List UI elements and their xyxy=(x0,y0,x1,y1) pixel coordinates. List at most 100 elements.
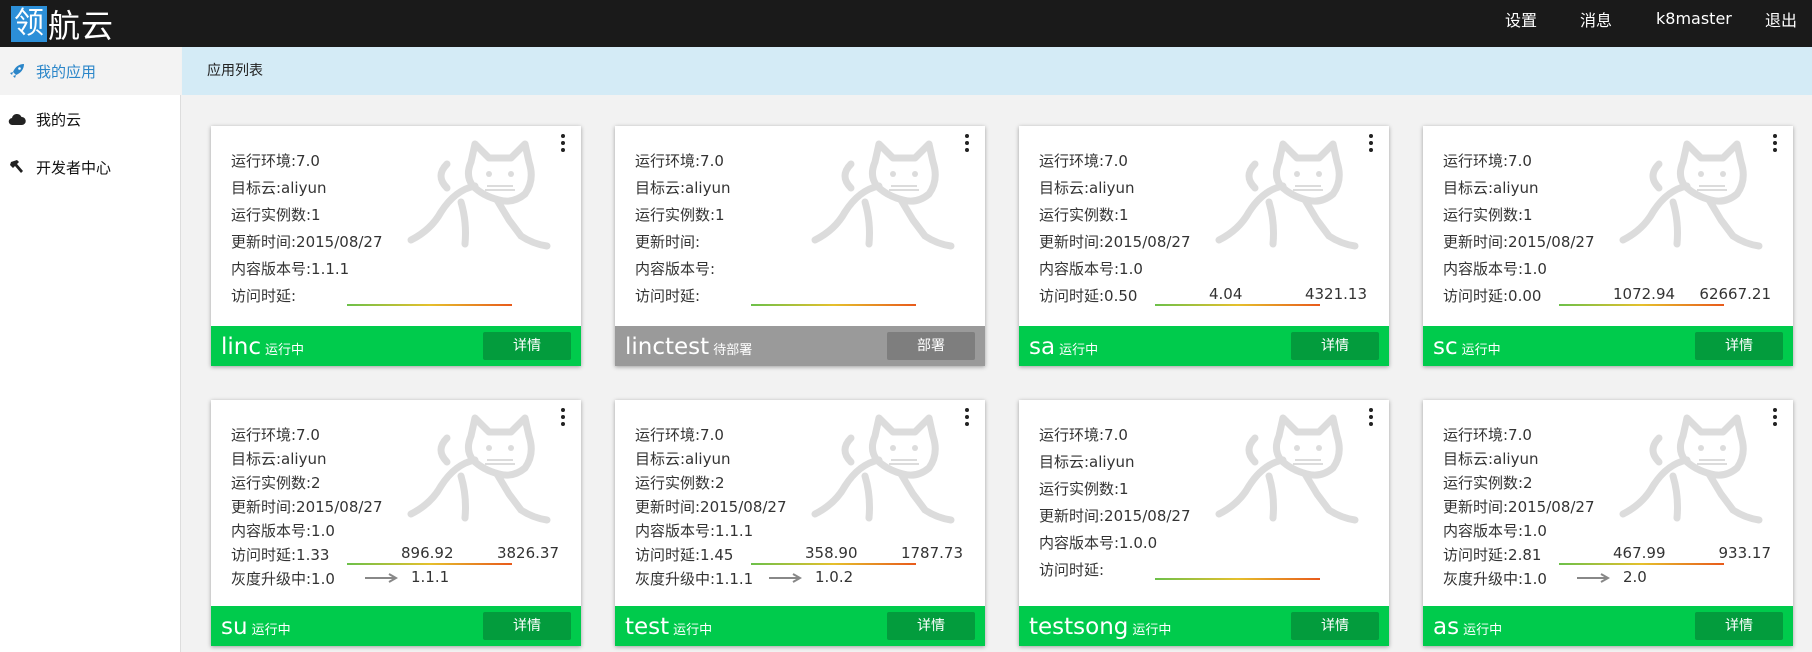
upgrade-target-version: 1.0.2 xyxy=(815,568,854,586)
app-info-line: 运行实例数:2 xyxy=(635,474,725,492)
app-action-button[interactable]: 详情 xyxy=(1695,612,1783,640)
app-card-footer: testsong 运行中 详情 xyxy=(1019,606,1389,646)
app-action-button[interactable]: 详情 xyxy=(1291,332,1379,360)
app-card-sc: 运行环境:7.0 目标云:aliyun 运行实例数:1 更新时间:2015/08/27… xyxy=(1423,126,1793,366)
app-name[interactable]: sc 运行中 xyxy=(1433,334,1501,360)
app-logo[interactable]: 领 航云 xyxy=(11,0,114,47)
app-status: 运行中 xyxy=(1463,623,1503,638)
card-menu-icon[interactable] xyxy=(1367,408,1375,426)
latency-gradient-bar xyxy=(751,563,916,565)
hammer-icon xyxy=(8,158,26,176)
latency-max-value: 933.17 xyxy=(1718,544,1772,562)
app-status: 运行中 xyxy=(673,623,713,638)
nav-user-link[interactable]: k8master xyxy=(1656,0,1732,37)
sidebar-item-my-cloud[interactable]: 我的云 xyxy=(0,95,181,143)
app-name[interactable]: su 运行中 xyxy=(221,614,291,640)
app-card-footer: linctest 待部署 部署 xyxy=(615,326,985,366)
app-action-button[interactable]: 详情 xyxy=(483,332,571,360)
app-info-line: 访问时延: xyxy=(1039,561,1105,579)
app-status: 待部署 xyxy=(713,343,753,358)
app-name-text: test xyxy=(625,614,670,640)
nav-logout-link[interactable]: 退出 xyxy=(1765,0,1797,37)
sidebar-item-label: 我的应用 xyxy=(36,62,97,81)
app-info-line: 运行环境:7.0 xyxy=(635,152,724,170)
sidebar-item-developer-center[interactable]: 开发者中心 xyxy=(0,143,181,191)
app-info-line: 内容版本号: xyxy=(635,260,716,278)
app-info-line: 目标云:aliyun xyxy=(231,450,327,468)
card-menu-icon[interactable] xyxy=(559,134,567,152)
app-status: 运行中 xyxy=(265,343,305,358)
app-info-line: 目标云:aliyun xyxy=(1443,450,1539,468)
card-menu-icon[interactable] xyxy=(1771,134,1779,152)
app-name[interactable]: testsong 运行中 xyxy=(1029,614,1171,640)
app-info-line: 更新时间:2015/08/27 xyxy=(231,498,383,516)
sidebar-item-label: 我的云 xyxy=(36,110,82,129)
upgrade-target-version: 1.1.1 xyxy=(411,568,450,586)
card-menu-icon[interactable] xyxy=(559,408,567,426)
app-info-line: 访问时延:1.45 xyxy=(635,546,734,564)
app-name-text: as xyxy=(1433,614,1460,640)
upgrade-target-version: 2.0 xyxy=(1623,568,1647,586)
app-card-body: 运行环境:7.0 目标云:aliyun 运行实例数:1 更新时间:2015/08/27… xyxy=(211,126,581,326)
app-name[interactable]: sa 运行中 xyxy=(1029,334,1098,360)
app-name[interactable]: test 运行中 xyxy=(625,614,712,640)
app-info-line: 内容版本号:1.0 xyxy=(1039,260,1143,278)
app-info-line: 运行实例数:1 xyxy=(1039,480,1129,498)
app-action-button[interactable]: 详情 xyxy=(483,612,571,640)
app-info-line: 运行实例数:1 xyxy=(231,206,321,224)
app-card-footer: test 运行中 详情 xyxy=(615,606,985,646)
app-name-text: linc xyxy=(221,334,262,360)
app-info-line: 灰度升级中:1.0 xyxy=(1443,570,1547,588)
app-name-text: testsong xyxy=(1029,614,1129,640)
app-name[interactable]: linctest 待部署 xyxy=(625,334,752,360)
nav-settings-link[interactable]: 设置 xyxy=(1505,0,1537,37)
card-menu-icon[interactable] xyxy=(963,408,971,426)
nav-messages-link[interactable]: 消息 xyxy=(1580,0,1612,37)
app-name-text: sa xyxy=(1029,334,1056,360)
app-card-footer: su 运行中 详情 xyxy=(211,606,581,646)
app-info-line: 目标云:aliyun xyxy=(635,179,731,197)
app-name[interactable]: as 运行中 xyxy=(1433,614,1502,640)
card-menu-icon[interactable] xyxy=(963,134,971,152)
app-info-line: 访问时延:0.00 xyxy=(1443,287,1542,305)
app-name-text: su xyxy=(221,614,248,640)
latency-max-value: 1787.73 xyxy=(900,544,963,562)
card-menu-icon[interactable] xyxy=(1367,134,1375,152)
sidebar-item-my-apps[interactable]: 我的应用 xyxy=(0,47,181,95)
app-info-line: 运行环境:7.0 xyxy=(635,426,724,444)
app-info-line: 更新时间:2015/08/27 xyxy=(1039,507,1191,525)
app-info-line: 目标云:aliyun xyxy=(1039,179,1135,197)
app-card-body: 运行环境:7.0 目标云:aliyun 运行实例数:2 更新时间:2015/08/27… xyxy=(1423,400,1793,606)
app-info-line: 运行环境:7.0 xyxy=(231,152,320,170)
app-name[interactable]: linc 运行中 xyxy=(221,334,304,360)
app-action-button[interactable]: 详情 xyxy=(1291,612,1379,640)
app-info-line: 更新时间: xyxy=(635,233,701,251)
app-info-line: 运行实例数:1 xyxy=(1443,206,1533,224)
app-card-test: 运行环境:7.0 目标云:aliyun 运行实例数:2 更新时间:2015/08/27… xyxy=(615,400,985,646)
card-menu-icon[interactable] xyxy=(1771,408,1779,426)
app-status: 运行中 xyxy=(1132,623,1172,638)
app-card-body: 运行环境:7.0 目标云:aliyun 运行实例数:1 更新时间: 内容版本号: 访问时延… xyxy=(615,126,985,326)
app-card-testsong: 运行环境:7.0 目标云:aliyun 运行实例数:1 更新时间:2015/08/27… xyxy=(1019,400,1389,646)
latency-gradient-bar xyxy=(347,563,512,565)
app-info-line: 目标云:aliyun xyxy=(635,450,731,468)
app-info-line: 运行环境:7.0 xyxy=(1443,152,1532,170)
app-info-line: 更新时间:2015/08/27 xyxy=(1443,233,1595,251)
top-bar: 领 航云 设置 消息 k8master 退出 xyxy=(0,0,1812,47)
app-action-button[interactable]: 详情 xyxy=(887,612,975,640)
app-name-text: linctest xyxy=(625,334,710,360)
app-card-body: 运行环境:7.0 目标云:aliyun 运行实例数:2 更新时间:2015/08/27… xyxy=(211,400,581,606)
latency-gradient-bar xyxy=(751,304,916,306)
app-info-line: 内容版本号:1.0 xyxy=(231,522,335,540)
latency-gradient-bar xyxy=(1155,578,1320,580)
app-card-as: 运行环境:7.0 目标云:aliyun 运行实例数:2 更新时间:2015/08/27… xyxy=(1423,400,1793,646)
app-card-linctest: 运行环境:7.0 目标云:aliyun 运行实例数:1 更新时间: 内容版本号: 访问时延… xyxy=(615,126,985,366)
latency-gradient-bar xyxy=(347,304,512,306)
app-info-line: 运行环境:7.0 xyxy=(231,426,320,444)
app-action-button[interactable]: 详情 xyxy=(1695,332,1783,360)
app-info-line: 内容版本号:1.1.1 xyxy=(635,522,754,540)
latency-mid-value: 4.04 xyxy=(1209,285,1243,303)
app-info-line: 运行环境:7.0 xyxy=(1039,426,1128,444)
latency-max-value: 4321.13 xyxy=(1304,285,1367,303)
app-action-button[interactable]: 部署 xyxy=(887,332,975,360)
